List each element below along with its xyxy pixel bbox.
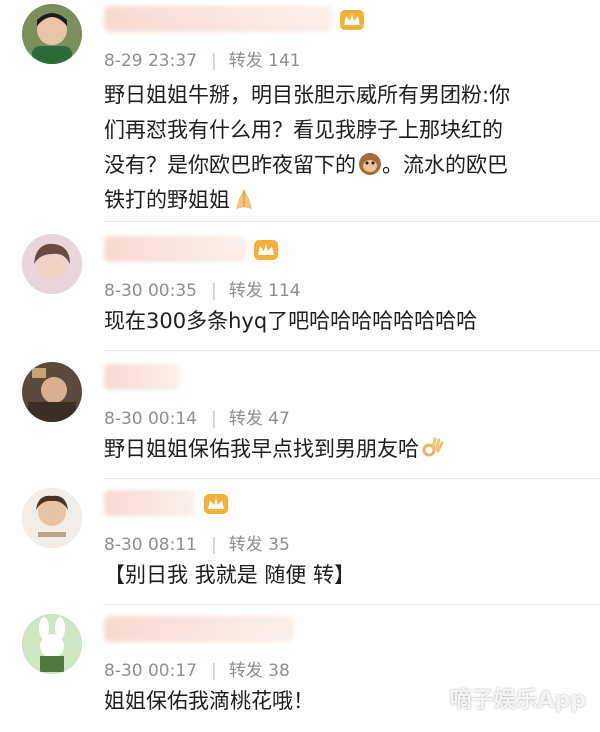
comment-divider: [104, 604, 600, 605]
comment-text-line: 野日姐姐牛掰，明目张胆示威所有男团粉:你: [104, 83, 511, 107]
repost-count: 141: [268, 51, 301, 71]
comment-text-line: 们再怼我有什么用？看见我脖子上那块红的: [104, 118, 503, 142]
username-blurred[interactable]: [104, 490, 194, 516]
comment-text: 现在300多条hyq了吧哈哈哈哈哈哈哈哈: [104, 309, 478, 333]
avatar[interactable]: [22, 234, 82, 294]
comment-meta: 8-30 00:35 | 转发 114: [104, 276, 301, 301]
comment-date: 8-30 00:35: [104, 281, 197, 301]
monkey-face-emoji-icon: [359, 153, 381, 175]
comment-text: 野日姐姐牛掰，明目张胆示威所有男团粉:你 们再怼我有什么用？看见我脖子上那块红的…: [104, 78, 574, 218]
comment-text-segment: 没有？是你欧巴昨夜留下的: [104, 153, 356, 177]
repost-count: 38: [268, 661, 290, 681]
avatar-photo-icon: [22, 234, 82, 294]
repost-count: 47: [268, 409, 290, 429]
comment-text-line: 铁打的野姐姐: [104, 183, 574, 218]
username-blurred[interactable]: [104, 364, 180, 390]
meta-separator: |: [210, 281, 217, 301]
comment-meta: 8-30 00:17 | 转发 38: [104, 656, 290, 681]
repost-count: 35: [268, 535, 290, 555]
avatar[interactable]: [22, 4, 82, 64]
comment-date: 8-30 00:14: [104, 409, 197, 429]
username-blurred[interactable]: [104, 6, 332, 32]
comment-date: 8-29 23:37: [104, 51, 197, 71]
comment-text-segment: 。流水的欧巴: [382, 153, 508, 177]
vip-crown-badge: [340, 10, 364, 30]
folded-hands-emoji-icon: [236, 189, 252, 209]
comment-meta: 8-30 08:11 | 转发 35: [104, 530, 290, 555]
comment-date: 8-30 00:17: [104, 661, 197, 681]
meta-separator: |: [210, 409, 217, 429]
avatar[interactable]: [22, 614, 82, 674]
comment-divider: [104, 478, 600, 479]
repost-count: 114: [268, 281, 301, 301]
username-blurred[interactable]: [104, 236, 246, 262]
comment-divider: [104, 221, 600, 222]
avatar-photo-icon: [22, 488, 82, 548]
repost-label[interactable]: 转发: [229, 51, 263, 71]
username-blurred[interactable]: [104, 616, 294, 642]
repost-label[interactable]: 转发: [229, 535, 263, 555]
comment-meta: 8-30 00:14 | 转发 47: [104, 404, 290, 429]
crown-icon: [208, 498, 224, 509]
avatar-photo-icon: [22, 4, 82, 64]
comment-text-segment: 铁打的野姐姐: [104, 188, 230, 212]
comment-date: 8-30 08:11: [104, 535, 197, 555]
meta-separator: |: [210, 535, 217, 555]
crown-icon: [258, 244, 274, 255]
comment-text: 【别日我 我就是 随便 转】: [104, 563, 356, 587]
vip-crown-badge: [204, 494, 228, 514]
avatar-photo-icon: [22, 614, 82, 674]
avatar-photo-icon: [22, 362, 82, 422]
avatar[interactable]: [22, 362, 82, 422]
comment-divider: [104, 350, 600, 351]
repost-label[interactable]: 转发: [229, 409, 263, 429]
repost-label[interactable]: 转发: [229, 661, 263, 681]
comment-text-segment: 野日姐姐保佑我早点找到男朋友哈: [104, 437, 419, 461]
ok-hand-emoji-icon: [422, 437, 444, 457]
meta-separator: |: [210, 661, 217, 681]
comment-text-line: 没有？是你欧巴昨夜留下的 。流水的欧巴: [104, 148, 574, 183]
crown-icon: [344, 14, 360, 25]
watermark: 嘀子娱乐App: [449, 688, 586, 713]
avatar[interactable]: [22, 488, 82, 548]
meta-separator: |: [210, 51, 217, 71]
vip-crown-badge: [254, 240, 278, 260]
comment-text: 野日姐姐保佑我早点找到男朋友哈: [104, 432, 574, 467]
repost-label[interactable]: 转发: [229, 281, 263, 301]
comment-meta: 8-29 23:37 | 转发 141: [104, 46, 301, 71]
